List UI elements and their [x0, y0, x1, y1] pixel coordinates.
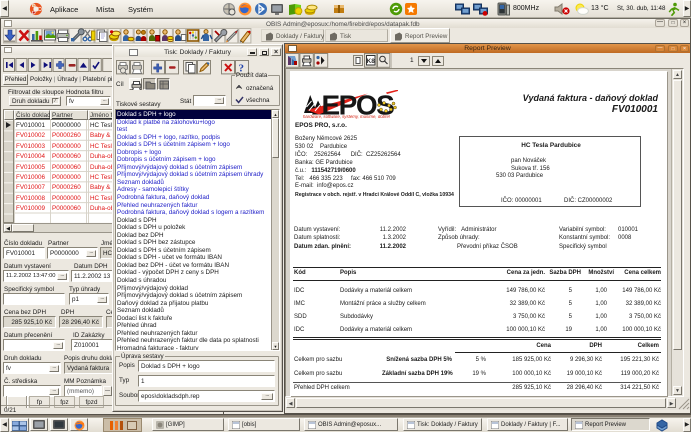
svg-text:1: 1	[410, 57, 414, 64]
svg-text:K8: K8	[367, 58, 376, 65]
